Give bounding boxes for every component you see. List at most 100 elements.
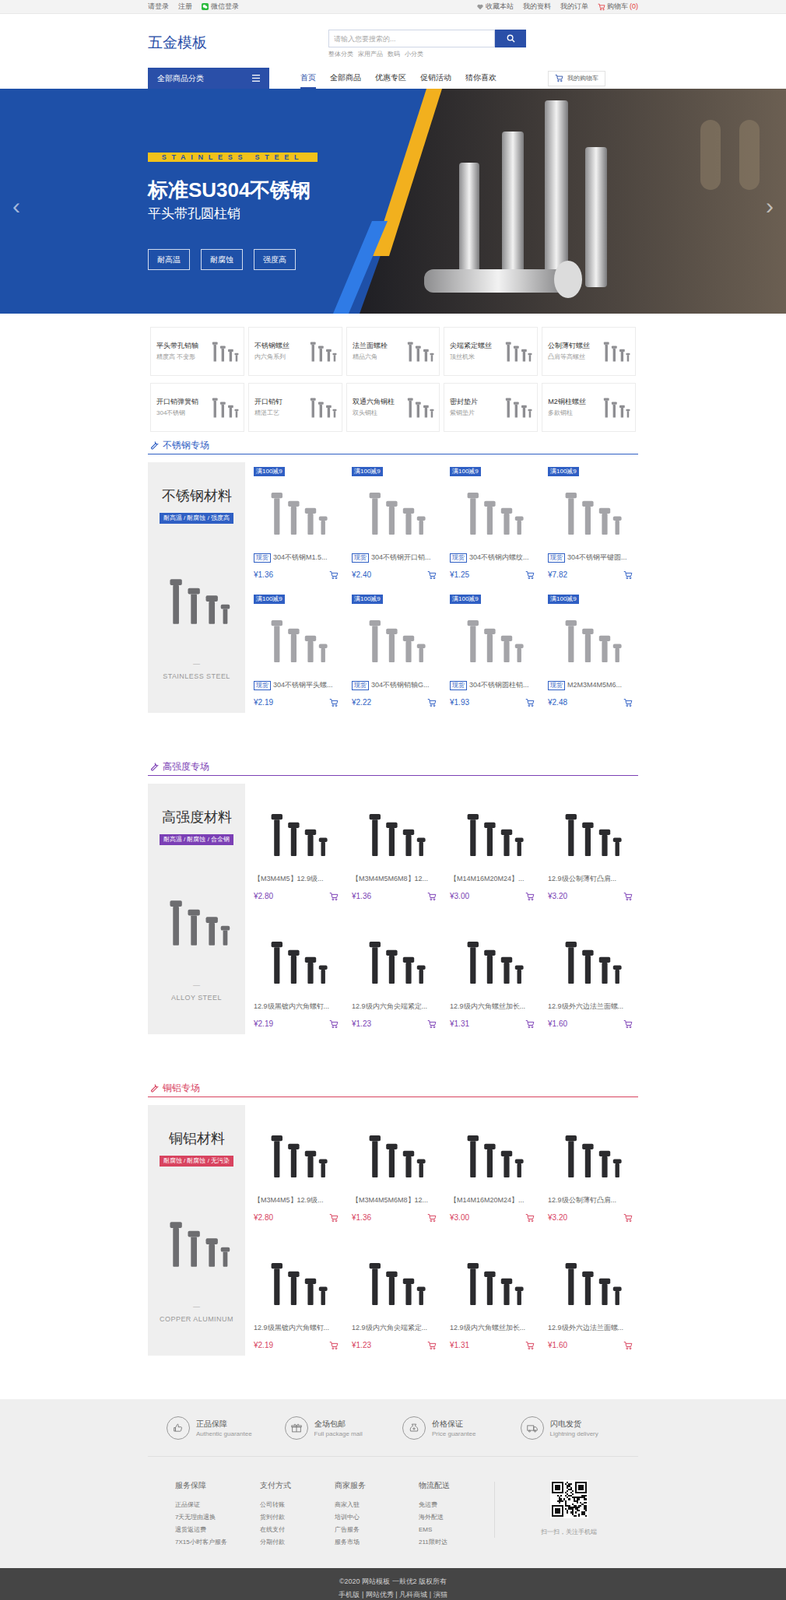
product-card[interactable]: 12.9级内六角尖端紧定...¥1.23 [347, 1232, 442, 1356]
product-title[interactable]: 12.9级内六角尖端紧定... [351, 1001, 428, 1013]
footer-link[interactable]: 退货返运费 [175, 1523, 260, 1537]
footer-link[interactable]: 商家入驻 [334, 1498, 419, 1512]
add-cart-icon[interactable] [427, 1213, 437, 1223]
add-cart-icon[interactable] [525, 1019, 535, 1029]
product-card[interactable]: 12.9级内六角螺丝加长...¥1.31 [445, 1232, 540, 1356]
footer-link[interactable]: 在线支付 [259, 1523, 335, 1537]
footer-link[interactable]: 7天无理由退换 [175, 1511, 260, 1524]
cart-icon[interactable] [597, 3, 606, 11]
hot-keyword[interactable]: 小分类 [404, 49, 424, 60]
add-cart-icon[interactable] [427, 1340, 437, 1351]
product-title[interactable]: 12.9级公制薄钉凸肩... [547, 1195, 617, 1207]
product-card[interactable]: 满100减9现货304不锈钢圆柱销...¥1.93 [445, 589, 540, 713]
product-card[interactable]: 12.9级外六边法兰面螺...¥1.60 [543, 911, 638, 1035]
product-card[interactable]: 12.9级内六角尖端紧定...¥1.23 [347, 911, 442, 1035]
product-card[interactable]: 满100减9现货304不锈钢开口销...¥2.40 [347, 462, 442, 586]
product-title[interactable]: 12.9级黑镀内六角螺钉... [253, 1001, 330, 1013]
add-cart-icon[interactable] [329, 1340, 339, 1351]
category-card[interactable]: 双通六角铜柱双头铜柱 [346, 382, 441, 432]
footer-link[interactable]: 211限时达 [418, 1536, 495, 1549]
product-title[interactable]: 【M3M4M5M6M8】12... [351, 873, 429, 885]
product-title[interactable]: 304不锈钢销轴G... [371, 680, 430, 692]
product-title[interactable]: 12.9级外六边法兰面螺... [547, 1001, 624, 1013]
footer-link[interactable]: 免运费 [418, 1498, 495, 1512]
cart-button[interactable]: 我的购物车 [547, 70, 606, 87]
add-cart-icon[interactable] [525, 698, 535, 708]
product-title[interactable]: 304不锈钢平键圆... [567, 552, 628, 564]
category-menu[interactable]: 全部商品分类 [147, 67, 270, 89]
nav-link[interactable]: 优惠专区 [375, 67, 407, 89]
footer-link[interactable]: 分期付款 [259, 1536, 335, 1549]
add-cart-icon[interactable] [329, 1213, 339, 1223]
category-card[interactable]: 公制薄钉螺丝凸肩等高螺丝 [541, 326, 636, 376]
footer-link[interactable]: 货到付款 [259, 1511, 335, 1524]
category-name[interactable]: 双通六角铜柱 [352, 396, 395, 408]
product-card[interactable]: 【M3M4M5M6M8】12...¥1.36 [347, 1105, 442, 1229]
product-card[interactable]: 12.9级公制薄钉凸肩...¥3.20 [543, 783, 638, 907]
category-card[interactable]: 不锈钢螺丝内六角系列 [248, 326, 343, 376]
topbar-cart[interactable]: 购物车(0) [597, 1, 639, 13]
product-title[interactable]: 12.9级外六边法兰面螺... [547, 1322, 624, 1334]
footer-link[interactable]: EMS [418, 1523, 495, 1537]
product-title[interactable]: 【M14M16M20M24】... [449, 1195, 525, 1207]
category-card[interactable]: M2铜柱螺丝多款铜柱 [541, 382, 636, 432]
category-card[interactable]: 开口销钉精湛工艺 [248, 382, 343, 432]
category-name[interactable]: 尖端紧定螺丝 [449, 340, 492, 352]
category-card[interactable]: 密封垫片紫铜垫片 [443, 382, 538, 432]
add-cart-icon[interactable] [623, 1213, 633, 1223]
footer-link[interactable]: 广告服务 [334, 1523, 419, 1537]
product-title[interactable]: 12.9级内六角尖端紧定... [351, 1322, 428, 1334]
product-card[interactable]: 满100减9现货304不锈钢平键圆...¥7.82 [543, 462, 638, 586]
add-cart-icon[interactable] [623, 698, 633, 708]
product-title[interactable]: 【M3M4M5】12.9级... [253, 1195, 324, 1207]
topbar-link[interactable]: 收藏本站 [485, 1, 514, 13]
footer-link[interactable]: 海外配送 [418, 1511, 495, 1524]
add-cart-icon[interactable] [427, 1019, 437, 1029]
category-title[interactable]: 全部商品分类 [157, 72, 204, 85]
product-card[interactable]: 【M14M16M20M24】...¥3.00 [445, 1105, 540, 1229]
nav-link[interactable]: 首页 [300, 67, 316, 89]
cart-button-label[interactable]: 我的购物车 [567, 73, 599, 84]
category-name[interactable]: 密封垫片 [449, 396, 478, 408]
nav-link[interactable]: 促销活动 [420, 67, 452, 89]
category-card[interactable]: 尖端紧定螺丝顶丝机米 [443, 326, 538, 376]
nav-label[interactable]: 猜你喜欢 [465, 71, 497, 84]
category-card[interactable]: 法兰面螺栓精品六角 [346, 326, 441, 376]
nav-label[interactable]: 促销活动 [420, 71, 452, 84]
add-cart-icon[interactable] [329, 570, 339, 580]
add-cart-icon[interactable] [623, 891, 633, 902]
topbar-link[interactable]: 我的资料 [522, 1, 551, 13]
category-name[interactable]: 平头带孔销轴 [156, 340, 199, 352]
banner-feature[interactable]: 耐腐蚀 [200, 249, 243, 271]
nav-label[interactable]: 首页 [300, 71, 316, 84]
product-card[interactable]: 满100减9现货304不锈钢内螺纹...¥1.25 [445, 462, 540, 586]
hot-keyword[interactable]: 整体分类 [328, 49, 354, 60]
banner-feature[interactable]: 耐高温 [147, 249, 190, 271]
add-cart-icon[interactable] [329, 891, 339, 902]
product-title[interactable]: 【M3M4M5】12.9级... [253, 873, 324, 885]
topbar-link[interactable]: 请登录 [147, 1, 169, 13]
add-cart-icon[interactable] [525, 891, 535, 902]
banner-next[interactable]: › [765, 188, 774, 224]
product-card[interactable]: 【M3M4M5M6M8】12...¥1.36 [347, 783, 442, 907]
nav-label[interactable]: 优惠专区 [375, 71, 407, 84]
footer-link[interactable]: 7X15小时客户服务 [175, 1536, 260, 1549]
product-title[interactable]: 【M14M16M20M24】... [449, 873, 525, 885]
footer-link[interactable]: 培训中心 [334, 1511, 419, 1524]
category-name[interactable]: M2铜柱螺丝 [547, 396, 586, 408]
product-card[interactable]: 12.9级黑镀内六角螺钉...¥2.19 [249, 911, 344, 1035]
product-card[interactable]: 12.9级内六角螺丝加长...¥1.31 [445, 911, 540, 1035]
product-title[interactable]: 【M3M4M5M6M8】12... [351, 1195, 429, 1207]
add-cart-icon[interactable] [427, 698, 437, 708]
search-button[interactable] [494, 29, 527, 48]
topbar-link[interactable]: 注册 [178, 1, 193, 13]
product-title[interactable]: 304不锈钢圆柱销... [469, 680, 530, 692]
topbar-link[interactable]: 微信登录 [210, 1, 239, 13]
add-cart-icon[interactable] [525, 1340, 535, 1351]
add-cart-icon[interactable] [427, 570, 437, 580]
cart-icon[interactable] [554, 73, 564, 83]
add-cart-icon[interactable] [623, 1340, 633, 1351]
product-card[interactable]: 满100减9现货304不锈钢M1.5...¥1.36 [249, 462, 344, 586]
category-name[interactable]: 法兰面螺栓 [352, 340, 388, 352]
product-title[interactable]: 304不锈钢平头螺... [273, 680, 334, 692]
